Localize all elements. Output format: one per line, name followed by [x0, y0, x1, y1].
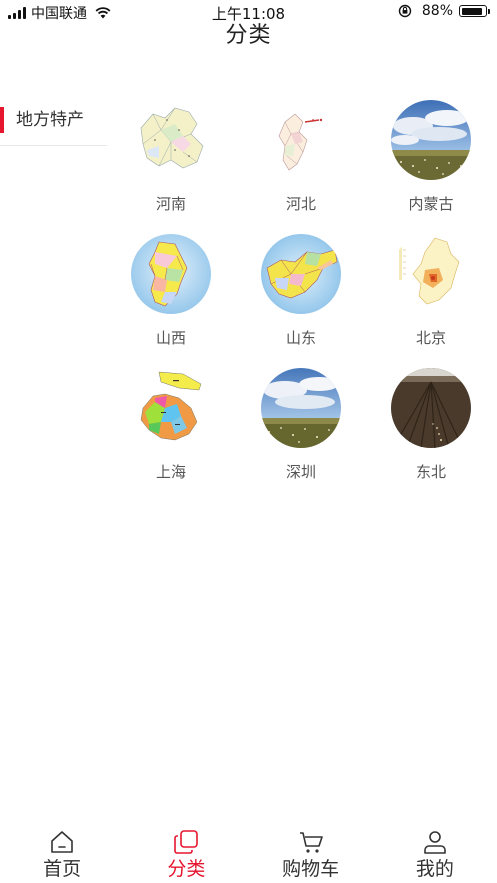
tab-profile[interactable]: 我的: [373, 823, 497, 883]
category-label: 内蒙古: [408, 195, 454, 213]
category-item-henan[interactable]: 河南: [106, 100, 236, 215]
grassland-photo: [391, 100, 471, 180]
category-icon: [174, 830, 199, 854]
tab-category[interactable]: 分类: [124, 823, 248, 883]
category-item-shanghai[interactable]: 上海: [106, 368, 236, 483]
sidebar: 地方特产: [0, 95, 107, 146]
henan-map-image: [131, 100, 211, 180]
category-label: 河南: [155, 195, 186, 213]
cart-icon: [299, 832, 323, 853]
category-item-shandong[interactable]: 山东: [236, 234, 366, 349]
category-grid: 河南 河北 内蒙古 山西 山东 北京 上海 深圳 东北: [106, 100, 497, 483]
category-label: 山西: [155, 329, 186, 347]
category-item-hebei[interactable]: 河北: [236, 100, 366, 215]
category-item-beijing[interactable]: 北京: [366, 234, 496, 349]
tab-cart[interactable]: 购物车: [249, 823, 373, 883]
tab-label: 首页: [43, 858, 82, 880]
category-label: 山东: [285, 329, 316, 347]
tab-label: 购物车: [282, 858, 340, 880]
category-label: 河北: [285, 195, 316, 213]
grassland-photo: [261, 368, 341, 448]
page-title: 分类: [225, 23, 272, 48]
tab-home[interactable]: 首页: [0, 823, 124, 883]
orientation-lock-icon: [398, 4, 412, 18]
category-label: 上海: [155, 463, 186, 481]
shanghai-map-image: [131, 368, 211, 448]
farmland-photo: [391, 368, 471, 448]
user-icon: [424, 831, 446, 854]
shanxi-map-image: [131, 234, 211, 314]
beijing-map-image: [391, 234, 471, 314]
category-item-shanxi[interactable]: 山西: [106, 234, 236, 349]
category-item-shenzhen[interactable]: 深圳: [236, 368, 366, 483]
hebei-map-image: [261, 100, 341, 180]
shandong-map-image: [261, 234, 341, 314]
category-item-northeast[interactable]: 东北: [366, 368, 496, 483]
category-label: 东北: [415, 463, 446, 481]
battery-icon: [459, 5, 490, 17]
tab-bar: 首页 分类 购物车 我的: [0, 823, 497, 883]
tab-label: 分类: [167, 858, 206, 880]
category-label: 北京: [415, 329, 446, 347]
home-icon: [51, 831, 73, 853]
tab-label: 我的: [415, 858, 454, 880]
category-item-inner-mongolia[interactable]: 内蒙古: [366, 100, 496, 215]
sidebar-item-label: 地方特产: [16, 110, 84, 130]
category-label: 深圳: [285, 463, 316, 481]
sidebar-item-local-specialty[interactable]: 地方特产: [0, 95, 107, 146]
